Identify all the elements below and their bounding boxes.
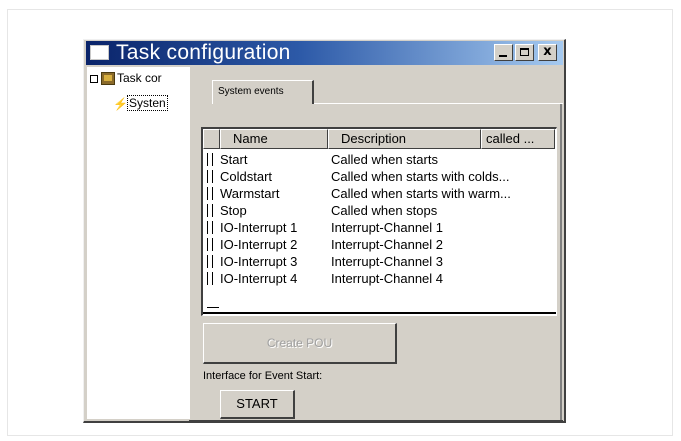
close-button[interactable]: x [538,44,557,61]
column-header-description[interactable]: Description [328,129,481,149]
tab-panel-border [313,103,563,104]
column-header-called[interactable]: called ... [481,129,555,149]
create-pou-button[interactable]: Create POU [203,323,397,364]
bolt-icon: ⚡ [113,96,128,111]
row-name: IO-Interrupt 2 [220,237,298,252]
list-row[interactable]: IO-Interrupt 4 Interrupt-Channel 4 [203,270,556,287]
row-description: Interrupt-Channel 4 [331,271,444,286]
column-header-name[interactable]: Name [220,129,328,149]
minimize-icon [499,55,507,57]
list-row[interactable]: Warmstart Called when starts with warm... [203,185,556,202]
list-row[interactable]: Start Called when starts [203,151,556,168]
row-description: Interrupt-Channel 2 [331,237,444,252]
close-icon: x [543,44,552,59]
row-checkbox[interactable] [207,255,213,268]
list-bottom-border [203,312,556,314]
window-icon [90,45,109,60]
panel-bottom-border [189,420,563,422]
tree-item-task-configuration[interactable]: Task cor [90,71,162,86]
row-name: Stop [220,203,247,218]
row-name: IO-Interrupt 1 [220,220,298,235]
tree-item-system-events[interactable]: ⚡Systen [113,95,168,111]
interface-label: Interface for Event Start: [203,370,323,382]
row-checkbox[interactable] [207,153,213,166]
list-row[interactable]: IO-Interrupt 1 Interrupt-Channel 1 [203,219,556,236]
row-description: Called when starts with warm... [331,186,511,201]
row-name: IO-Interrupt 4 [220,271,298,286]
expander-icon[interactable] [90,74,98,83]
start-interface-button[interactable]: START [220,390,295,419]
row-checkbox[interactable] [207,272,213,285]
tab-system-events[interactable]: System events [212,80,314,104]
maximize-icon [520,48,529,56]
task-tree: Task cor ⚡Systen [87,67,190,419]
tree-child-label: Systen [127,95,168,111]
row-description: Called when starts with colds... [331,169,510,184]
maximize-button[interactable] [515,44,534,61]
title-bar[interactable]: Task configuration x [86,41,563,65]
row-checkbox[interactable] [207,238,213,251]
panel-border [560,104,562,422]
system-events-list[interactable]: Name Description called ... Start Called … [201,127,557,316]
row-description: Called when stops [331,203,438,218]
list-row-partial [207,307,219,311]
minimize-button[interactable] [494,44,513,61]
row-name: IO-Interrupt 3 [220,254,298,269]
task-configuration-window: Task configuration x Task cor ⚡Systen Sy… [83,39,566,423]
list-row[interactable]: IO-Interrupt 3 Interrupt-Channel 3 [203,253,556,270]
row-checkbox[interactable] [207,170,213,183]
row-name: Start [220,152,248,167]
list-row[interactable]: Coldstart Called when starts with colds..… [203,168,556,185]
row-name: Warmstart [220,186,280,201]
column-header-checkbox[interactable] [203,129,220,149]
list-row[interactable]: Stop Called when stops [203,202,556,219]
row-description: Interrupt-Channel 3 [331,254,444,269]
window-title: Task configuration [116,41,291,64]
list-row[interactable]: IO-Interrupt 2 Interrupt-Channel 2 [203,236,556,253]
folder-icon [101,72,115,86]
row-description: Interrupt-Channel 1 [331,220,444,235]
row-checkbox[interactable] [207,204,213,217]
row-checkbox[interactable] [207,187,213,200]
row-checkbox[interactable] [207,221,213,234]
row-name: Coldstart [220,169,273,184]
tree-root-label: Task cor [117,71,162,85]
list-header: Name Description called ... [203,129,556,149]
row-description: Called when starts [331,152,438,167]
